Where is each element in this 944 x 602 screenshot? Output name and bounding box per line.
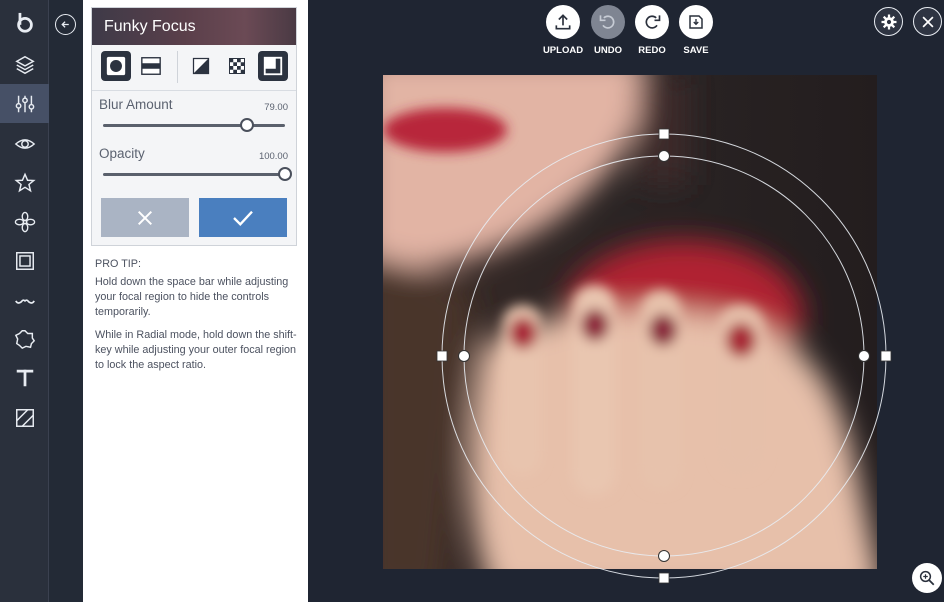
cancel-button[interactable] — [101, 198, 189, 237]
zoom-button[interactable] — [912, 563, 942, 593]
apply-button[interactable] — [199, 198, 287, 237]
edge-icon — [263, 56, 283, 76]
linear-mode-button[interactable] — [136, 51, 166, 81]
invert-mode-button[interactable] — [186, 51, 216, 81]
upload-button[interactable] — [546, 5, 580, 39]
shape-icon[interactable] — [0, 319, 49, 358]
back-button[interactable] — [55, 14, 76, 35]
star-icon[interactable] — [0, 163, 49, 202]
pro-tip-text-2: While in Radial mode, hold down the shif… — [95, 329, 297, 371]
check-icon — [233, 210, 253, 226]
radial-icon — [106, 56, 126, 76]
pro-tip-text-1: Hold down the space bar while adjusting … — [95, 276, 289, 318]
blur-value: 79.00 — [264, 102, 288, 113]
blur-label: Blur Amount — [99, 97, 173, 112]
back-column — [49, 0, 83, 602]
layers-icon[interactable] — [0, 45, 49, 84]
linear-icon — [141, 57, 161, 75]
frame-icon[interactable] — [0, 241, 49, 280]
edge-mode-button[interactable] — [258, 51, 288, 81]
checker-icon — [229, 58, 245, 74]
close-icon — [922, 16, 933, 27]
radial-mode-button[interactable] — [101, 51, 131, 81]
photo — [383, 75, 877, 569]
redo-icon — [645, 15, 661, 29]
texture-icon[interactable] — [0, 398, 49, 437]
tool-rail — [0, 0, 49, 602]
outer-handle-bottom — [658, 572, 670, 584]
blur-slider[interactable] — [103, 124, 285, 127]
eye-icon[interactable] — [0, 124, 49, 163]
save-button[interactable] — [679, 5, 713, 39]
tool-panel: Funky Focus Blur Amount 79.00 Opacity 10… — [83, 0, 308, 602]
mode-selector — [92, 45, 296, 91]
mode-divider — [177, 51, 178, 83]
adjustments-icon[interactable] — [0, 84, 49, 123]
tool-header: Funky Focus — [92, 8, 296, 45]
upload-icon — [555, 14, 571, 30]
text-icon[interactable] — [0, 358, 49, 397]
invert-icon — [192, 57, 210, 75]
logo-icon[interactable] — [0, 3, 49, 42]
redo-button[interactable] — [635, 5, 669, 39]
funky-focus-box: Funky Focus Blur Amount 79.00 Opacity 10… — [91, 7, 297, 246]
pro-tip-heading: PRO TIP: — [95, 258, 141, 270]
undo-button[interactable] — [591, 5, 625, 39]
gear-icon — [881, 14, 896, 29]
opacity-slider[interactable] — [103, 173, 285, 176]
tool-title: Funky Focus — [104, 18, 196, 35]
arrow-left-icon — [61, 21, 69, 28]
photo-canvas[interactable] — [383, 75, 877, 569]
opacity-label: Opacity — [99, 146, 145, 161]
opacity-slider-knob[interactable] — [278, 167, 292, 181]
zoom-in-icon — [919, 570, 935, 586]
settings-button[interactable] — [874, 7, 903, 36]
outer-handle-right — [880, 350, 892, 362]
close-icon — [137, 210, 153, 225]
mustache-icon[interactable] — [0, 280, 49, 319]
close-editor-button[interactable] — [913, 7, 942, 36]
undo-icon — [599, 15, 615, 29]
save-icon — [689, 15, 703, 29]
opacity-value: 100.00 — [258, 151, 288, 162]
save-label: SAVE — [683, 45, 709, 56]
flower-icon[interactable] — [0, 202, 49, 241]
transparency-mode-button[interactable] — [222, 51, 252, 81]
blur-slider-knob[interactable] — [239, 118, 254, 132]
